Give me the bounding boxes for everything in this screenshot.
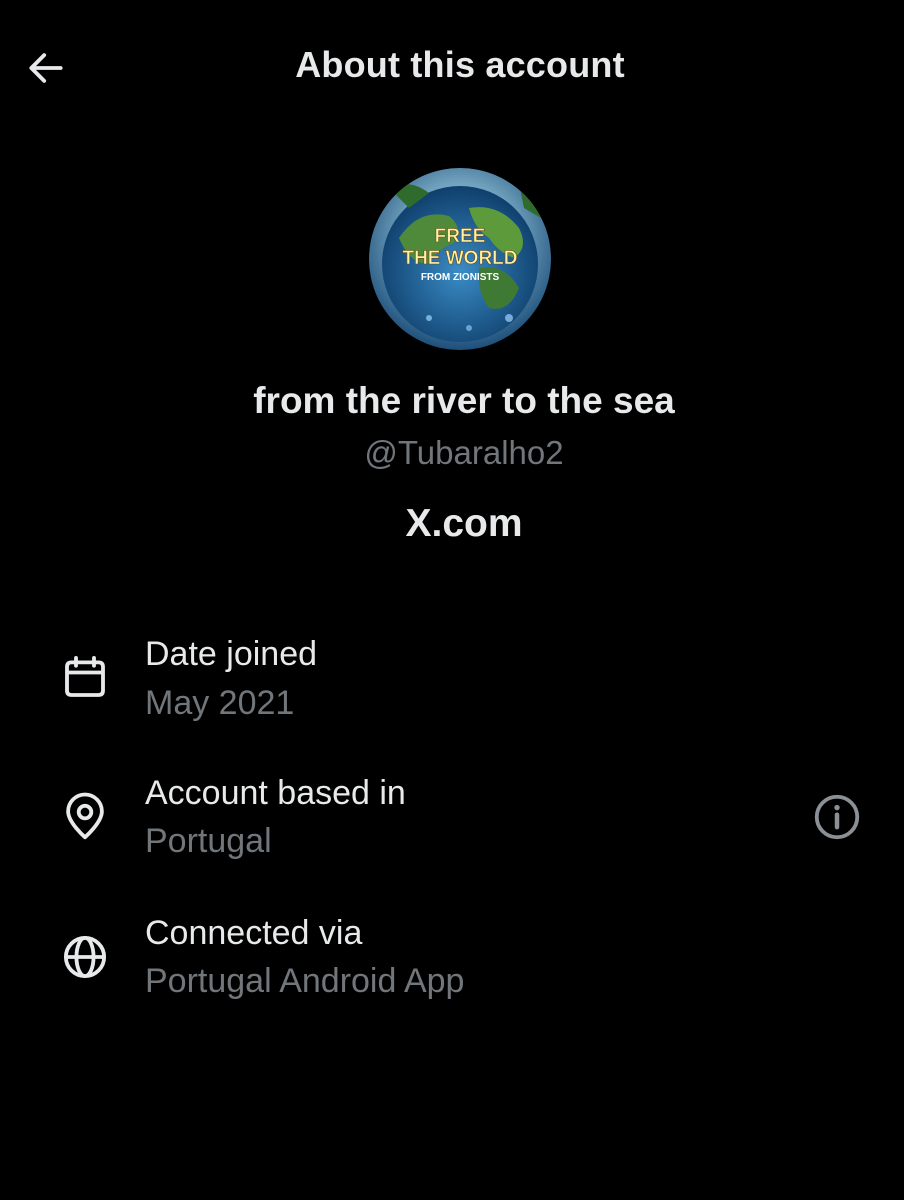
- connected-via-label: Connected via: [145, 914, 363, 952]
- account-based-in-row: Account based in Portugal: [0, 770, 904, 880]
- connected-via-value: Portugal Android App: [145, 962, 465, 1000]
- avatar[interactable]: FREE THE WORLD FROM ZIONISTS: [369, 168, 551, 350]
- date-joined-label: Date joined: [145, 635, 318, 673]
- avatar-text-line1: FREE: [435, 226, 486, 247]
- user-handle[interactable]: @Tubaralho2: [12, 434, 904, 472]
- calendar-icon: [65, 655, 105, 697]
- header-bar: About this account: [0, 0, 904, 136]
- account-based-in-label: Account based in: [145, 774, 406, 812]
- display-name: from the river to the sea: [253, 380, 675, 421]
- info-circle-icon[interactable]: [810, 790, 864, 844]
- page-title: About this account: [295, 44, 625, 85]
- date-joined-value: May 2021: [145, 684, 295, 722]
- globe-icon: [63, 935, 107, 979]
- connected-via-row: Connected via Portugal Android App: [0, 910, 904, 1020]
- location-pin-icon: [66, 792, 104, 840]
- avatar-text-line2: THE WORLD: [402, 248, 517, 269]
- avatar-text-line3: FROM ZIONISTS: [421, 272, 500, 283]
- account-based-in-value: Portugal: [145, 822, 272, 860]
- platform-label: X.com: [405, 502, 523, 545]
- date-joined-row: Date joined May 2021: [0, 630, 904, 740]
